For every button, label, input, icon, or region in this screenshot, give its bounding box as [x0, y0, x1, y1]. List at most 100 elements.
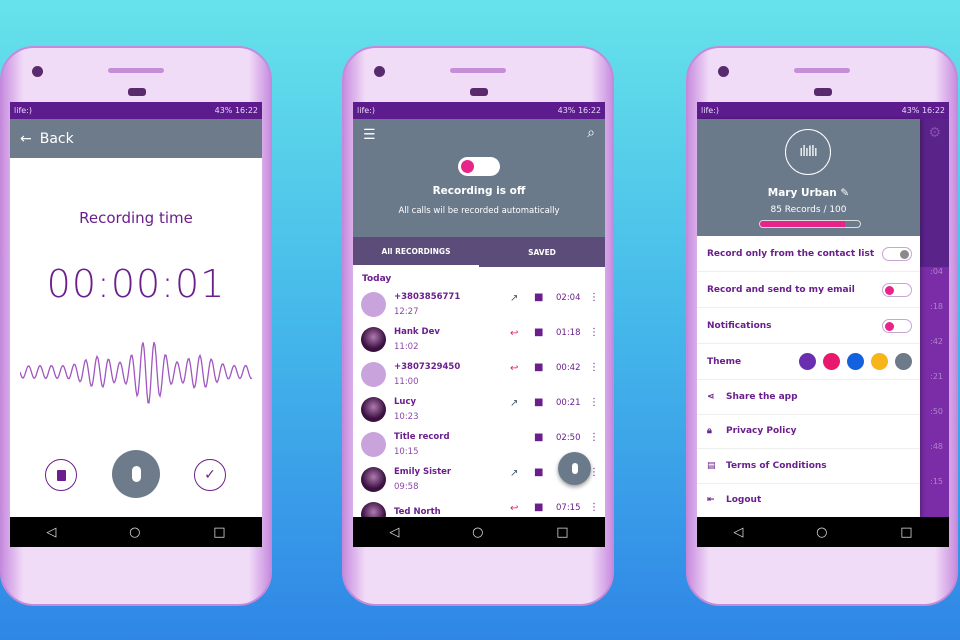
background-duration: :18	[930, 302, 943, 311]
save-icon[interactable]: ■	[534, 292, 543, 303]
recents-nav-icon[interactable]: □	[213, 525, 225, 540]
recordings-list: +3803856771 12:27 ↗ ■ 02:04 ⋮ Hank Dev 11:0…	[353, 287, 605, 532]
recents-nav-icon[interactable]: □	[900, 525, 912, 540]
background-duration: :50	[930, 407, 943, 416]
records-count: 85 Records / 100	[770, 205, 847, 215]
home-nav-icon[interactable]: ○	[129, 525, 140, 540]
menu-label: Terms of Conditions	[726, 460, 827, 471]
setting-toggle[interactable]	[882, 246, 912, 261]
list-item[interactable]: Lucy 10:23 ↗ ■ 00:21 ⋮	[353, 392, 605, 427]
save-icon[interactable]: ■	[534, 502, 543, 513]
menu-item[interactable]: 🔒︎ Privacy Policy	[697, 415, 920, 449]
list-item[interactable]: Hank Dev 11:02 ↩ ■ 01:18 ⋮	[353, 322, 605, 357]
menu-item[interactable]: ⋖ Share the app	[697, 380, 920, 415]
recents-nav-icon[interactable]: □	[556, 525, 568, 540]
setting-toggle[interactable]	[882, 318, 912, 333]
more-icon[interactable]: ⋮	[589, 292, 599, 303]
toggle-knob	[885, 321, 894, 331]
record-fab[interactable]	[558, 452, 591, 485]
duration: 01:18	[556, 328, 581, 338]
outgoing-call-icon: ↗	[510, 468, 519, 479]
theme-color-swatch[interactable]	[871, 353, 888, 370]
toggle-knob	[461, 160, 474, 173]
missed-call-icon: ↩	[510, 328, 519, 339]
item-text: Lucy 10:23	[394, 397, 419, 422]
save-icon[interactable]: ■	[534, 467, 543, 478]
drawer: ılıIlı Mary Urban ✎ 85 Records / 100 Rec…	[697, 119, 920, 518]
menu-label: Share the app	[726, 391, 798, 402]
background-duration: :15	[930, 477, 943, 486]
back-nav-icon[interactable]: ◁	[733, 525, 743, 540]
more-icon[interactable]: ⋮	[589, 327, 599, 338]
toggle-knob	[885, 285, 894, 295]
menu-icon[interactable]: ☰	[363, 127, 376, 143]
more-icon[interactable]: ⋮	[589, 502, 599, 513]
speaker	[450, 68, 506, 73]
clock: 16:22	[234, 106, 258, 115]
status-title: Recording is off	[432, 185, 526, 197]
clock: 16:22	[577, 106, 601, 115]
records-progress	[759, 220, 861, 228]
theme-color-swatch[interactable]	[847, 353, 864, 370]
back-button[interactable]: ← Back	[10, 119, 262, 158]
user-name-text: Mary Urban	[767, 187, 837, 199]
status-bar: life:) 43% 16:22	[10, 102, 262, 119]
save-icon[interactable]: ■	[534, 432, 543, 443]
call-time: 11:02	[394, 342, 419, 352]
contact-avatar	[361, 397, 386, 422]
confirm-button[interactable]: ✓	[194, 459, 226, 491]
theme-label: Theme	[707, 356, 742, 367]
tab-saved[interactable]: SAVED	[479, 237, 605, 267]
camera	[32, 66, 43, 77]
save-icon[interactable]: ■	[534, 397, 543, 408]
recording-toggle[interactable]	[458, 157, 500, 176]
duration: 02:50	[556, 433, 581, 443]
theme-color-swatch[interactable]	[823, 353, 840, 370]
home-nav-icon[interactable]: ○	[472, 525, 483, 540]
camera	[374, 66, 385, 77]
list-item[interactable]: +3807329450 11:00 ↩ ■ 00:42 ⋮	[353, 357, 605, 392]
save-icon[interactable]: ■	[534, 362, 543, 373]
mic-button[interactable]	[112, 450, 160, 498]
list-item[interactable]: +3803856771 12:27 ↗ ■ 02:04 ⋮	[353, 287, 605, 322]
save-icon[interactable]: ■	[534, 327, 543, 338]
call-time: 09:58	[394, 482, 419, 492]
background-duration: :42	[930, 337, 943, 346]
status-right: 43% 16:22	[902, 106, 945, 115]
more-icon[interactable]: ⋮	[589, 432, 599, 443]
item-text: +3807329450 11:00	[394, 362, 460, 387]
home-nav-icon[interactable]: ○	[816, 525, 827, 540]
delete-button[interactable]	[45, 459, 77, 491]
setting-toggle[interactable]	[882, 282, 912, 297]
more-icon[interactable]: ⋮	[589, 397, 599, 408]
back-nav-icon[interactable]: ◁	[46, 525, 56, 540]
edit-icon[interactable]: ✎	[840, 187, 849, 199]
search-icon[interactable]: ⌕	[587, 125, 595, 141]
setting-label: Record only from the contact list	[707, 248, 875, 259]
item-text: Title record 10:15	[394, 432, 450, 457]
contact-name: Title record	[394, 432, 450, 442]
setting-row: Record only from the contact list	[697, 236, 920, 272]
duration: 00:42	[556, 363, 581, 373]
theme-color-swatch[interactable]	[895, 353, 912, 370]
more-icon[interactable]: ⋮	[589, 362, 599, 373]
avatar: ılıIlı	[785, 129, 831, 175]
nav-bar: ◁ ○ □	[353, 517, 605, 547]
tab-all-recordings[interactable]: All RECORDINGS	[353, 237, 479, 267]
profile-header: ılıIlı Mary Urban ✎ 85 Records / 100	[697, 119, 920, 236]
menu-item[interactable]: ⇤ Logout	[697, 484, 920, 518]
background-duration: :48	[930, 442, 943, 451]
user-name[interactable]: Mary Urban ✎	[697, 187, 920, 199]
nav-bar: ◁ ○ □	[10, 517, 262, 547]
carrier: life:)	[357, 106, 375, 115]
status-bar: life:) 43% 16:22	[353, 102, 605, 119]
menu-item[interactable]: ▤ Terms of Conditions	[697, 449, 920, 484]
mic-icon	[131, 466, 141, 482]
contact-name: Lucy	[394, 397, 417, 407]
back-nav-icon[interactable]: ◁	[389, 525, 399, 540]
gear-icon[interactable]: ⚙	[928, 125, 941, 141]
sensor	[814, 88, 832, 96]
recording-timer: 00:00:01	[46, 262, 226, 306]
theme-color-swatch[interactable]	[799, 353, 816, 370]
back-label: Back	[39, 130, 74, 147]
